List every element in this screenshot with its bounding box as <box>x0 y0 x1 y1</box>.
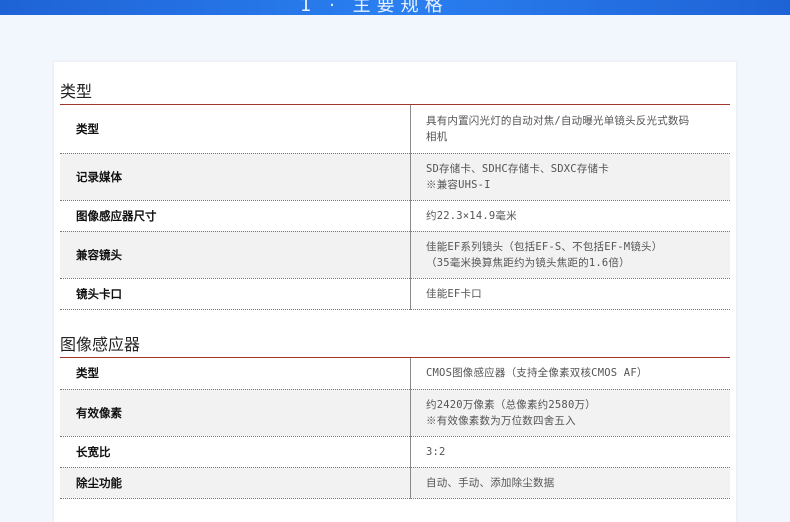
row-label: 记录媒体 <box>60 153 411 201</box>
top-banner: 1 · 主要规格 <box>0 0 790 15</box>
row-value: CMOS图像感应器（支持全像素双核CMOS AF） <box>410 358 730 390</box>
value-line: 约22.3×14.9毫米 <box>426 209 517 222</box>
row-value: 具有内置闪光灯的自动对焦/自动曝光单镜头反光式数码 相机 <box>410 105 730 154</box>
row-label: 有效像素 <box>60 389 411 437</box>
row-label: 图像感应器尺寸 <box>60 200 411 232</box>
value-line: （35毫米换算焦距约为镜头焦距的1.6倍） <box>426 256 630 269</box>
row-label: 除尘功能 <box>60 467 411 499</box>
row-value: 佳能EF系列镜头（包括EF-S、不包括EF-M镜头） （35毫米换算焦距约为镜头… <box>410 231 730 279</box>
value-line: ※兼容UHS-I <box>426 178 491 191</box>
row-label: 镜头卡口 <box>60 278 411 310</box>
value-line: 佳能EF系列镜头（包括EF-S、不包括EF-M镜头） <box>426 240 663 253</box>
spec-table-type: 类型 具有内置闪光灯的自动对焦/自动曝光单镜头反光式数码 相机 记录媒体 SD存… <box>60 105 730 310</box>
table-row: 镜头卡口 佳能EF卡口 <box>60 278 730 310</box>
value-line: 自动、手动、添加除尘数据 <box>426 476 555 489</box>
value-line: 约2420万像素（总像素约2580万） <box>426 398 596 411</box>
table-row: 类型 具有内置闪光灯的自动对焦/自动曝光单镜头反光式数码 相机 <box>60 105 730 154</box>
row-label: 长宽比 <box>60 436 411 468</box>
row-value: 约2420万像素（总像素约2580万） ※有效像素数为万位数四舍五入 <box>410 389 730 437</box>
table-row: 图像感应器尺寸 约22.3×14.9毫米 <box>60 200 730 232</box>
row-value: 3:2 <box>410 436 730 468</box>
value-line: ※有效像素数为万位数四舍五入 <box>426 414 576 427</box>
table-row: 兼容镜头 佳能EF系列镜头（包括EF-S、不包括EF-M镜头） （35毫米换算焦… <box>60 231 730 279</box>
spec-table-image-sensor: 类型 CMOS图像感应器（支持全像素双核CMOS AF） 有效像素 约2420万… <box>60 358 730 499</box>
value-line: 3:2 <box>426 445 446 458</box>
value-line: SD存储卡、SDHC存储卡、SDXC存储卡 <box>426 162 609 175</box>
value-line: CMOS图像感应器（支持全像素双核CMOS AF） <box>426 367 648 380</box>
table-row: 长宽比 3:2 <box>60 436 730 468</box>
row-label: 类型 <box>60 358 411 390</box>
section-title-image-sensor: 图像感应器 <box>60 335 141 354</box>
row-value: 自动、手动、添加除尘数据 <box>410 467 730 499</box>
table-row: 类型 CMOS图像感应器（支持全像素双核CMOS AF） <box>60 358 730 390</box>
row-value: 约22.3×14.9毫米 <box>410 200 730 232</box>
row-value: SD存储卡、SDHC存储卡、SDXC存储卡 ※兼容UHS-I <box>410 153 730 201</box>
value-line: 具有内置闪光灯的自动对焦/自动曝光单镜头反光式数码 <box>426 114 690 127</box>
spec-card: 类型 类型 具有内置闪光灯的自动对焦/自动曝光单镜头反光式数码 相机 记录媒体 … <box>54 62 736 522</box>
value-line: 佳能EF卡口 <box>426 287 482 300</box>
row-value: 佳能EF卡口 <box>410 278 730 310</box>
value-line: 相机 <box>426 130 448 143</box>
table-row: 除尘功能 自动、手动、添加除尘数据 <box>60 467 730 499</box>
banner-text: 1 · 主要规格 <box>300 0 449 15</box>
row-label: 类型 <box>60 105 411 154</box>
row-label: 兼容镜头 <box>60 231 411 279</box>
table-row: 有效像素 约2420万像素（总像素约2580万） ※有效像素数为万位数四舍五入 <box>60 389 730 437</box>
table-row: 记录媒体 SD存储卡、SDHC存储卡、SDXC存储卡 ※兼容UHS-I <box>60 153 730 201</box>
section-title-type: 类型 <box>60 82 93 101</box>
